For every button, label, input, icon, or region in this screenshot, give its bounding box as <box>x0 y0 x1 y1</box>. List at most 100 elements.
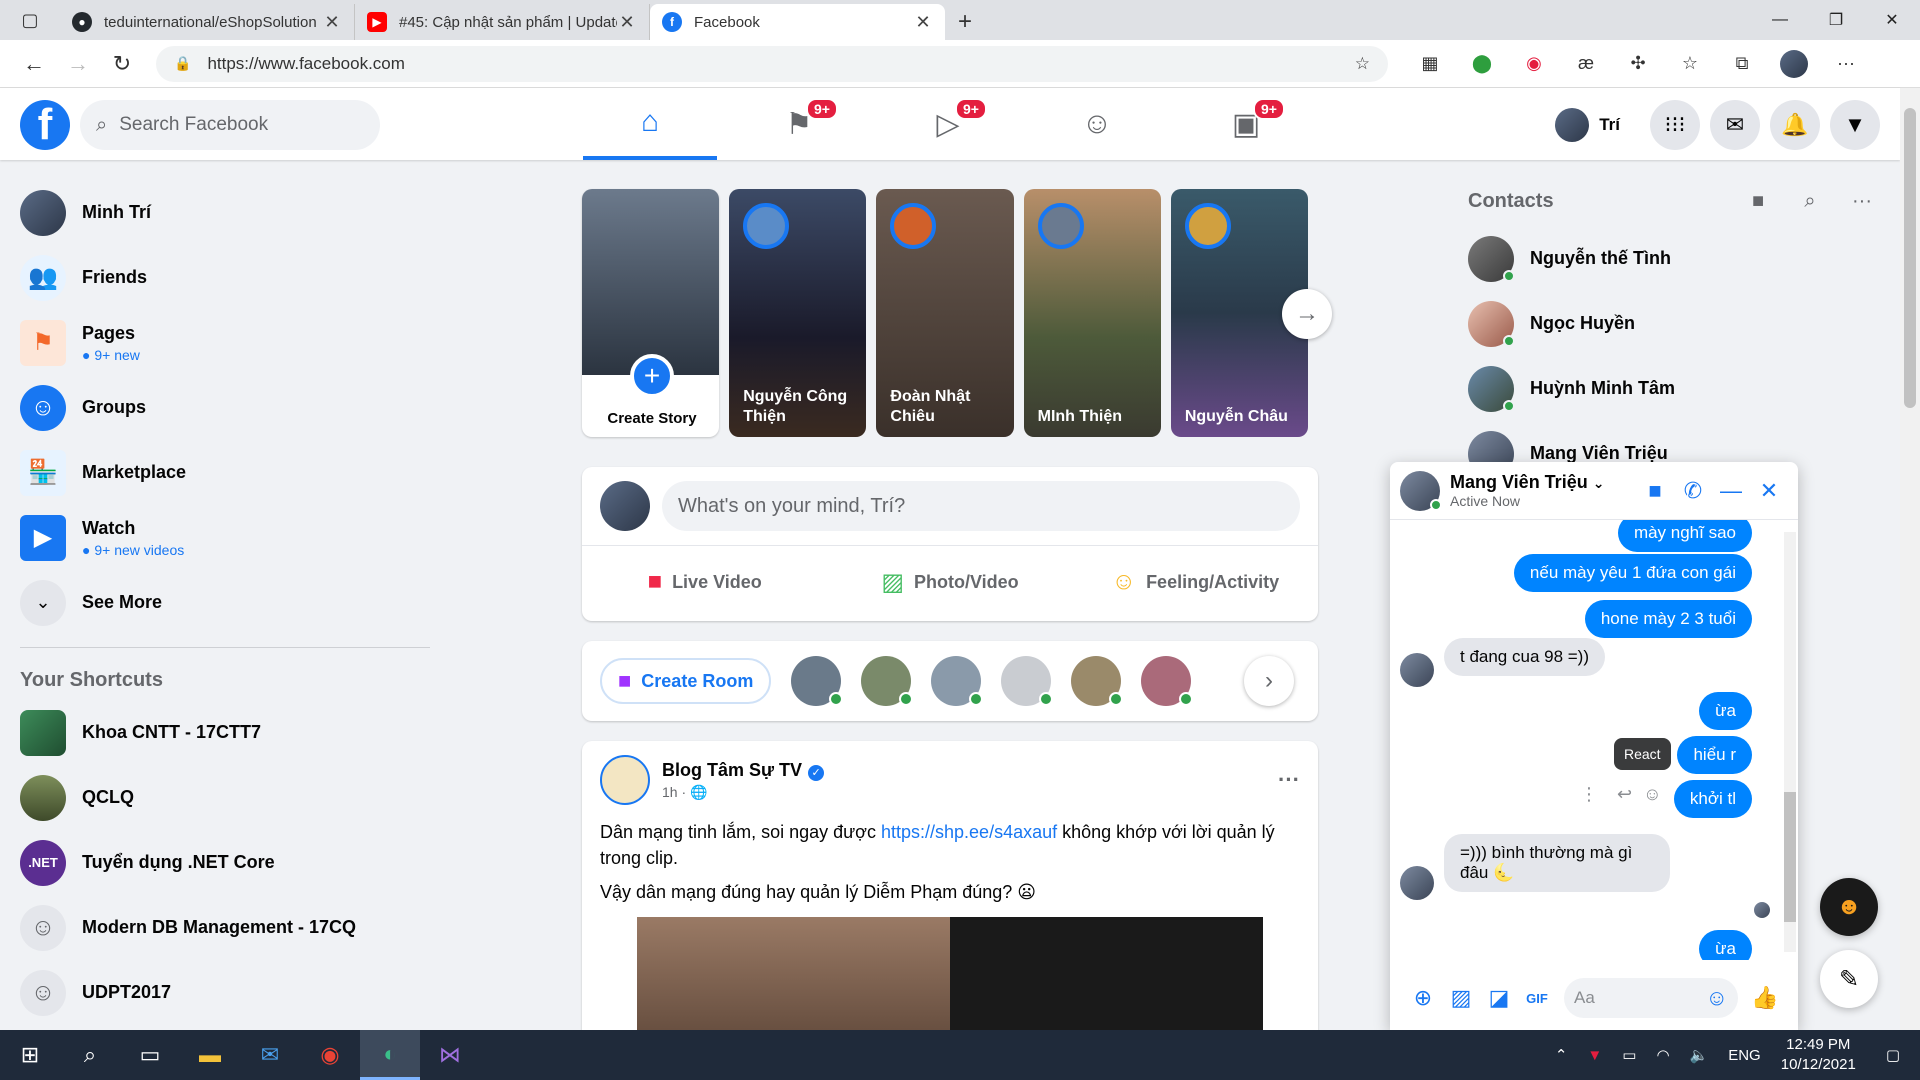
contact-item[interactable]: Huỳnh Minh Tâm <box>1458 356 1888 421</box>
start-icon[interactable]: ⊞ <box>0 1030 60 1080</box>
room-contact-avatar[interactable] <box>1071 656 1124 706</box>
scroll-thumb[interactable] <box>1904 108 1916 408</box>
extension-grammarly-icon[interactable]: ⬤ <box>1456 44 1508 84</box>
sent-message[interactable]: khởi tl <box>1673 780 1752 818</box>
sticker-icon[interactable]: ◪ <box>1480 985 1518 1011</box>
avatar[interactable] <box>1400 470 1442 511</box>
gif-icon[interactable]: GIF <box>1518 991 1556 1006</box>
video-call-icon[interactable]: ■ <box>1636 478 1674 504</box>
close-tab-icon[interactable]: ✕ <box>617 12 637 33</box>
maximize-icon[interactable]: ❐ <box>1808 0 1864 40</box>
sidebar-item-watch[interactable]: ▶ Watch ● 9+ new videos <box>10 505 440 570</box>
new-message-button[interactable]: ✎ <box>1820 950 1878 1008</box>
story-card[interactable]: Đoàn Nhật Chiêu <box>876 189 1014 437</box>
plus-circle-icon[interactable]: ⊕ <box>1404 985 1442 1011</box>
volume-icon[interactable]: 🔈 <box>1690 1046 1709 1064</box>
sidebar-item-profile[interactable]: Minh Trí <box>10 180 440 245</box>
sent-message[interactable]: hiểu r <box>1677 736 1752 774</box>
room-contact-avatar[interactable] <box>931 656 984 706</box>
notifications-center-icon[interactable]: ▢ <box>1886 1046 1900 1064</box>
sent-message[interactable]: ừa <box>1699 692 1752 730</box>
react-icon[interactable]: ☺ <box>1643 784 1661 804</box>
clock[interactable]: 12:49 PM 10/12/2021 <box>1781 1035 1856 1075</box>
room-contact-avatar[interactable] <box>1141 656 1194 706</box>
extension-seo-icon[interactable]: ▦ <box>1404 44 1456 84</box>
shortcut-item[interactable]: Khoa CNTT - 17CTT7 <box>10 700 440 765</box>
thumbs-up-icon[interactable]: 👍 <box>1746 985 1784 1011</box>
chevron-up-icon[interactable]: ⌃ <box>1555 1046 1568 1064</box>
contact-item[interactable]: Nguyễn thế Tình <box>1458 226 1888 291</box>
live-video-button[interactable]: ■ Live Video <box>582 568 827 596</box>
back-icon[interactable]: ← <box>12 44 56 84</box>
extensions-icon[interactable]: ✣ <box>1612 44 1664 84</box>
nav-home[interactable]: ⌂ <box>583 88 717 160</box>
extension-ae-icon[interactable]: æ <box>1560 44 1612 84</box>
close-chat-icon[interactable]: ✕ <box>1750 478 1788 504</box>
halloween-chat-head[interactable]: ☻ <box>1820 878 1878 936</box>
visual-studio-icon[interactable]: ⋈ <box>420 1030 480 1080</box>
chat-message-input[interactable]: Aa ☺ <box>1564 978 1738 1018</box>
reply-icon[interactable]: ↩ <box>1617 784 1632 804</box>
feeling-activity-button[interactable]: ☺ Feeling/Activity <box>1073 568 1318 596</box>
rooms-next-button[interactable]: › <box>1244 656 1294 706</box>
nav-watch[interactable]: ▷ 9+ <box>881 88 1015 160</box>
contact-item[interactable]: Ngọc Huyền <box>1458 291 1888 356</box>
url-input[interactable]: 🔒 https://www.facebook.com ☆ <box>156 45 1388 82</box>
notifications-button[interactable]: 🔔 <box>1770 100 1820 150</box>
room-contact-avatar[interactable] <box>791 656 844 706</box>
chrome-icon[interactable]: ◉ <box>300 1030 360 1080</box>
file-explorer-icon[interactable]: ▬ <box>180 1030 240 1080</box>
messenger-button[interactable]: ✉ <box>1710 100 1760 150</box>
minimize-chat-icon[interactable]: — <box>1712 478 1750 504</box>
facebook-logo[interactable]: f <box>20 100 70 150</box>
browser-tab-github[interactable]: ● teduinternational/eShopSolution ✕ <box>60 4 355 40</box>
sidebar-item-groups[interactable]: ☺ Groups <box>10 375 440 440</box>
search-icon[interactable]: ⌕ <box>60 1030 120 1080</box>
chat-title[interactable]: Mang Viên Triệu ⌄ Active Now <box>1450 472 1604 509</box>
nav-pages[interactable]: ⚑ 9+ <box>732 88 866 160</box>
create-room-button[interactable]: ■ Create Room <box>600 658 772 704</box>
favorites-icon[interactable]: ☆ <box>1664 44 1716 84</box>
sent-message[interactable]: ừa <box>1699 930 1752 960</box>
minimize-icon[interactable]: — <box>1752 0 1808 40</box>
sidebar-item-marketplace[interactable]: 🏪 Marketplace <box>10 440 440 505</box>
composer-input[interactable]: What's on your mind, Trí? <box>662 481 1300 531</box>
browser-tab-facebook[interactable]: f Facebook ✕ <box>650 4 945 40</box>
received-message[interactable]: t đang cua 98 =)) <box>1444 638 1606 676</box>
account-button[interactable]: ▼ <box>1830 100 1880 150</box>
more-options-icon[interactable]: ··· <box>1836 190 1888 213</box>
room-contact-avatar[interactable] <box>1001 656 1054 706</box>
sent-message[interactable]: mày nghĩ sao <box>1617 520 1752 552</box>
new-tab-button[interactable]: + <box>945 4 985 40</box>
post-options-icon[interactable]: ··· <box>1278 767 1300 793</box>
close-window-icon[interactable]: ✕ <box>1864 0 1920 40</box>
chat-scrollbar[interactable] <box>1784 532 1796 952</box>
room-contact-avatar[interactable] <box>861 656 914 706</box>
sent-message[interactable]: nếu mày yêu 1 đứa con gái <box>1513 554 1752 592</box>
collections-icon[interactable]: ⧉ <box>1716 44 1768 84</box>
shortcut-item[interactable]: .NET Tuyển dụng .NET Core <box>10 830 440 895</box>
close-tab-icon[interactable]: ✕ <box>913 12 933 33</box>
page-avatar[interactable] <box>600 755 650 805</box>
post-time[interactable]: 1h · 🌐 <box>662 784 824 801</box>
add-favorite-icon[interactable]: ☆ <box>1355 54 1370 74</box>
battery-icon[interactable]: ▭ <box>1622 1046 1636 1064</box>
received-message[interactable]: =))) bình thường mà gì đâu 🌜 <box>1444 834 1670 892</box>
search-icon[interactable]: ⌕ <box>1784 190 1836 213</box>
scroll-thumb[interactable] <box>1784 792 1796 922</box>
tab-actions-icon[interactable]: ▢ <box>0 0 60 40</box>
forward-icon[interactable]: → <box>56 44 100 84</box>
nav-groups[interactable]: ☺ <box>1030 88 1164 160</box>
post-link[interactable]: https://shp.ee/s4axauf <box>881 822 1057 842</box>
phone-icon[interactable]: ✆ <box>1674 478 1712 504</box>
edge-icon[interactable]: ◐ <box>360 1030 420 1080</box>
story-card[interactable]: MInh Thiện <box>1023 189 1161 437</box>
shortcut-item[interactable]: ☺ UDPT2017 <box>10 960 440 1025</box>
close-tab-icon[interactable]: ✕ <box>322 12 342 33</box>
extension-opera-icon[interactable]: ◉ <box>1508 44 1560 84</box>
more-vertical-icon[interactable]: ⋮ <box>1580 784 1598 804</box>
sidebar-item-pages[interactable]: ⚑ Pages ● 9+ new <box>10 310 440 375</box>
post-author[interactable]: Blog Tâm Sự TV ✓ <box>662 760 825 781</box>
shortcut-item[interactable]: ☺ Modern DB Management - 17CQ <box>10 895 440 960</box>
story-card[interactable]: Nguyễn Công Thiện <box>729 189 867 437</box>
